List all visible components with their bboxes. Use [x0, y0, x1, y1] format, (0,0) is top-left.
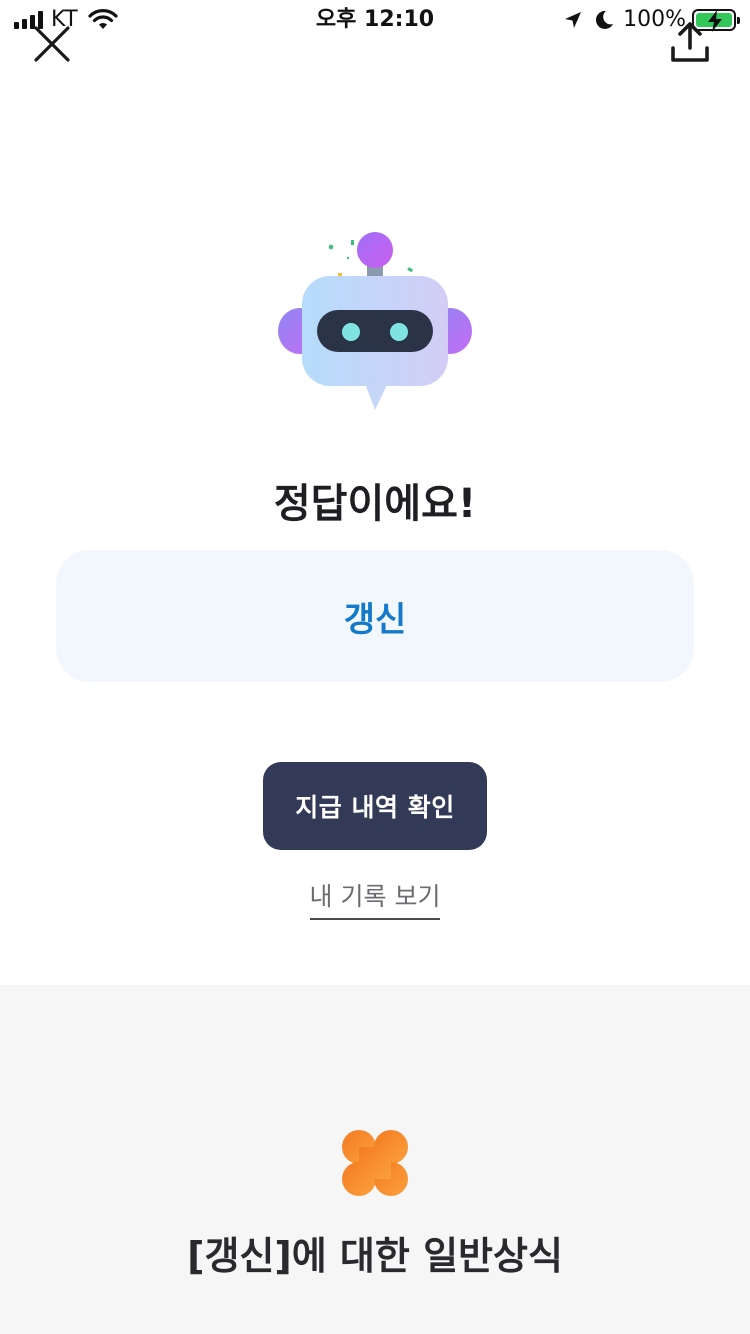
- payment-history-button[interactable]: 지급 내역 확인: [263, 762, 487, 850]
- record-link-wrapper: 내 기록 보기: [0, 880, 750, 920]
- close-icon: [34, 26, 70, 62]
- share-icon: [671, 22, 709, 62]
- knowledge-section: [갱신]에 대한 일반상식: [0, 985, 750, 1334]
- clover-icon: [342, 1130, 408, 1196]
- knowledge-title: [갱신]에 대한 일반상식: [187, 1234, 563, 1278]
- moon-icon: [596, 10, 614, 29]
- result-title: 정답이에요!: [273, 481, 477, 527]
- location-arrow-icon: [565, 12, 582, 28]
- share-button[interactable]: [668, 20, 712, 66]
- my-records-link[interactable]: 내 기록 보기: [309, 880, 441, 920]
- robot-mascot-icon: [278, 232, 472, 410]
- answer-text: 갱신: [343, 599, 407, 640]
- close-button[interactable]: [30, 22, 74, 66]
- answer-card: 갱신: [56, 550, 694, 682]
- status-bar: KT 오후 12:10 100%: [0, 0, 750, 40]
